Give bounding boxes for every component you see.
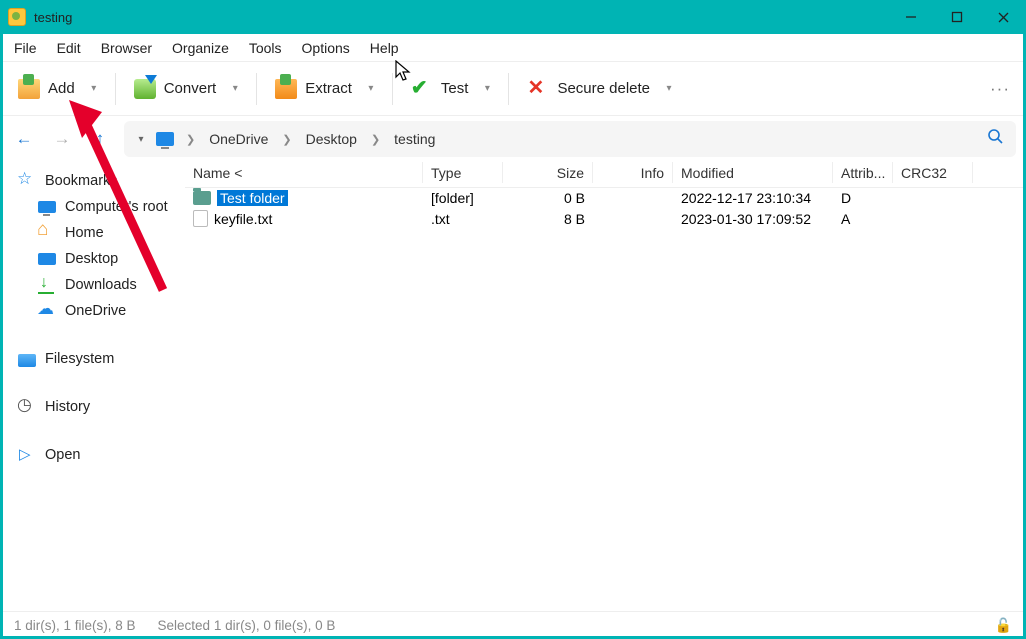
- file-row[interactable]: Test folder [folder] 0 B 2022-12-17 23:1…: [185, 188, 1026, 208]
- convert-icon: [134, 79, 156, 99]
- menu-organize[interactable]: Organize: [162, 37, 239, 59]
- menu-edit[interactable]: Edit: [47, 37, 91, 59]
- sidebar-onedrive[interactable]: OneDrive: [4, 298, 181, 324]
- sidebar-home[interactable]: Home: [4, 220, 181, 246]
- window-controls: [888, 0, 1026, 34]
- secure-delete-label: Secure delete: [557, 80, 650, 97]
- col-size[interactable]: Size: [503, 162, 593, 183]
- col-modified[interactable]: Modified: [673, 162, 833, 183]
- breadcrumb-testing[interactable]: testing: [390, 127, 439, 151]
- chevron-right-icon: ❯: [363, 133, 388, 146]
- secure-delete-button[interactable]: Secure delete: [519, 73, 658, 105]
- star-icon: [18, 173, 36, 189]
- toolbar-overflow[interactable]: ···: [980, 73, 1020, 105]
- nav-row: ← → ↑ ▾ ❯ OneDrive ❯ Desktop ❯ testing: [0, 116, 1026, 162]
- add-dropdown[interactable]: ▾: [83, 77, 105, 100]
- x-icon: [527, 79, 549, 99]
- up-button[interactable]: ↑: [86, 125, 114, 153]
- secure-delete-dropdown[interactable]: ▾: [658, 77, 680, 100]
- sidebar-bookmarks[interactable]: Bookmarks: [4, 168, 181, 194]
- download-icon: [38, 277, 56, 293]
- sidebar-desktop[interactable]: Desktop: [4, 246, 181, 272]
- status-selection: Selected 1 dir(s), 0 file(s), 0 B: [158, 618, 336, 633]
- toolbar: Add ▾ Convert ▾ Extract ▾ Test ▾ Secure …: [0, 62, 1026, 116]
- history-icon: [18, 399, 36, 415]
- desktop-icon: [38, 253, 56, 265]
- extract-label: Extract: [305, 80, 352, 97]
- search-icon[interactable]: [983, 128, 1008, 150]
- folder-icon: [18, 354, 36, 367]
- menu-help[interactable]: Help: [360, 37, 409, 59]
- chevron-right-icon: ❯: [178, 133, 203, 146]
- test-label: Test: [441, 80, 469, 97]
- extract-button[interactable]: Extract: [267, 73, 360, 105]
- column-headers[interactable]: Name < Type Size Info Modified Attrib...…: [185, 162, 1026, 188]
- col-type[interactable]: Type: [423, 162, 503, 183]
- folder-icon: [193, 191, 211, 205]
- extract-icon: [275, 79, 297, 99]
- test-button[interactable]: Test: [403, 73, 477, 105]
- extract-dropdown[interactable]: ▾: [360, 77, 382, 100]
- forward-button[interactable]: →: [48, 125, 76, 153]
- breadcrumb-history-dropdown[interactable]: ▾: [130, 134, 152, 145]
- add-icon: [18, 79, 40, 99]
- file-icon: [193, 210, 208, 227]
- sidebar-history[interactable]: History: [4, 394, 181, 420]
- home-icon: [38, 225, 56, 241]
- play-icon: [18, 447, 36, 463]
- col-info[interactable]: Info: [593, 162, 673, 183]
- sidebar-open[interactable]: Open: [4, 442, 181, 468]
- cloud-icon: [38, 303, 56, 319]
- sidebar-computers-root[interactable]: Computer's root: [4, 194, 181, 220]
- status-totals: 1 dir(s), 1 file(s), 8 B: [14, 618, 136, 633]
- convert-button[interactable]: Convert: [126, 73, 225, 105]
- menu-browser[interactable]: Browser: [91, 37, 162, 59]
- col-attrib[interactable]: Attrib...: [833, 162, 893, 183]
- app-icon: [8, 8, 26, 26]
- computer-icon[interactable]: [156, 132, 174, 146]
- menu-tools[interactable]: Tools: [239, 37, 292, 59]
- status-bar: 1 dir(s), 1 file(s), 8 B Selected 1 dir(…: [0, 611, 1026, 639]
- convert-dropdown[interactable]: ▾: [224, 77, 246, 100]
- breadcrumb-desktop[interactable]: Desktop: [302, 127, 361, 151]
- file-list: Name < Type Size Info Modified Attrib...…: [185, 162, 1026, 611]
- window-title: testing: [34, 10, 888, 25]
- back-button[interactable]: ←: [10, 125, 38, 153]
- monitor-icon: [38, 201, 56, 213]
- menu-options[interactable]: Options: [292, 37, 360, 59]
- chevron-right-icon: ❯: [274, 133, 299, 146]
- sidebar-filesystem[interactable]: Filesystem: [4, 346, 181, 372]
- col-name[interactable]: Name <: [185, 162, 423, 183]
- menubar: File Edit Browser Organize Tools Options…: [0, 34, 1026, 62]
- sidebar-downloads[interactable]: Downloads: [4, 272, 181, 298]
- menu-file[interactable]: File: [4, 37, 47, 59]
- add-label: Add: [48, 80, 75, 97]
- check-icon: [411, 79, 433, 99]
- convert-label: Convert: [164, 80, 217, 97]
- maximize-button[interactable]: [934, 0, 980, 34]
- main-area: Bookmarks Computer's root Home Desktop D…: [0, 162, 1026, 611]
- file-row[interactable]: keyfile.txt .txt 8 B 2023-01-30 17:09:52…: [185, 208, 1026, 229]
- close-button[interactable]: [980, 0, 1026, 34]
- unlock-icon[interactable]: 🔓: [995, 617, 1012, 634]
- col-crc[interactable]: CRC32: [893, 162, 973, 183]
- minimize-button[interactable]: [888, 0, 934, 34]
- sidebar: Bookmarks Computer's root Home Desktop D…: [0, 162, 185, 611]
- test-dropdown[interactable]: ▾: [476, 77, 498, 100]
- breadcrumb[interactable]: ▾ ❯ OneDrive ❯ Desktop ❯ testing: [124, 121, 1016, 157]
- breadcrumb-onedrive[interactable]: OneDrive: [205, 127, 272, 151]
- titlebar: testing: [0, 0, 1026, 34]
- add-button[interactable]: Add: [10, 73, 83, 105]
